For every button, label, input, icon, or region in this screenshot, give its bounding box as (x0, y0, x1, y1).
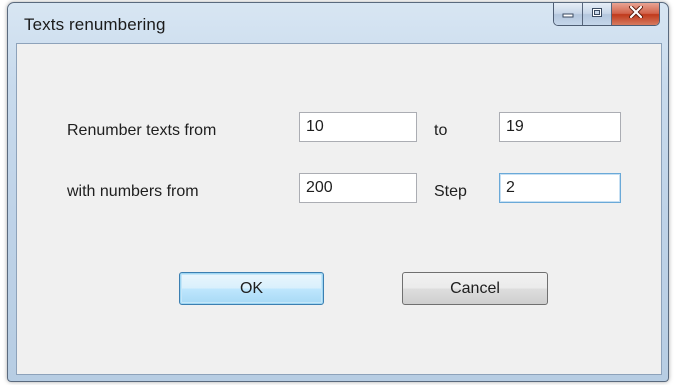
minimize-icon (562, 5, 574, 23)
renumber-from-input[interactable] (299, 112, 417, 142)
renumber-to-label: to (434, 122, 448, 139)
maximize-icon (591, 5, 603, 23)
caption-buttons (553, 3, 660, 26)
step-label: Step (434, 183, 467, 200)
step-input[interactable] (499, 173, 621, 203)
renumber-to-input[interactable] (499, 112, 621, 142)
renumber-from-label: Renumber texts from (67, 122, 217, 139)
maximize-button[interactable] (583, 3, 612, 25)
close-button[interactable] (612, 3, 659, 25)
cancel-button[interactable]: Cancel (402, 272, 548, 305)
numbers-from-label: with numbers from (67, 183, 199, 200)
dialog-window: Texts renumbering Renumber texts from 10… (7, 2, 669, 382)
ok-button[interactable]: OK (179, 272, 324, 305)
close-icon (628, 5, 643, 23)
window-title: Texts renumbering (24, 15, 166, 34)
numbers-from-input[interactable] (299, 173, 417, 203)
title-bar[interactable]: Texts renumbering (8, 3, 668, 43)
minimize-button[interactable] (554, 3, 583, 25)
dialog-client-area: Renumber texts from to with numbers from… (16, 43, 662, 375)
